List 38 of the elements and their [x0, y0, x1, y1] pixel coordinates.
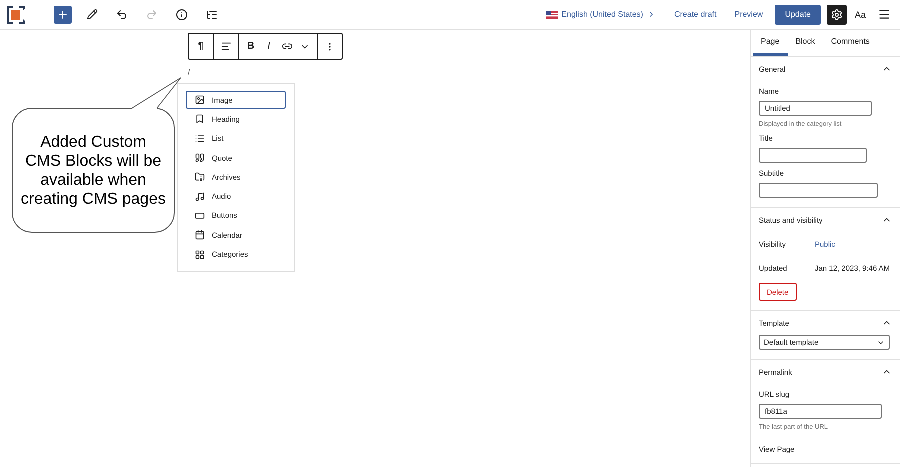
create-draft-button[interactable]: Create draft — [668, 10, 723, 19]
redo-icon — [146, 8, 158, 20]
add-block-button[interactable] — [54, 6, 72, 24]
sidebar-tab[interactable]: Block — [788, 30, 824, 56]
block-type-icon — [195, 230, 205, 240]
undo-icon — [116, 8, 128, 20]
sidebar-tab[interactable]: Page — [753, 30, 788, 56]
list-view-icon — [206, 8, 218, 20]
pencil-icon — [86, 9, 98, 20]
update-button[interactable]: Update — [775, 4, 821, 24]
block-type-icon — [195, 250, 205, 260]
info-icon — [176, 8, 188, 20]
block-type-icon — [195, 210, 205, 221]
align-left-icon — [220, 41, 232, 52]
language-selector[interactable]: English (United States) — [540, 10, 662, 19]
bold-button[interactable]: B — [242, 34, 260, 58]
plus-icon — [57, 8, 69, 20]
italic-button[interactable]: I — [260, 34, 278, 58]
menu-icon — [878, 8, 890, 21]
block-type-icon — [195, 172, 205, 182]
preview-button[interactable]: Preview — [728, 10, 770, 19]
block-type-icon — [195, 114, 205, 124]
block-type-icon — [195, 134, 205, 144]
settings-icon — [830, 8, 843, 20]
typography-button[interactable]: Aa — [852, 10, 868, 20]
link-icon — [282, 41, 292, 52]
text-field[interactable] — [759, 183, 878, 198]
block-type-icon — [195, 192, 205, 202]
block-type-icon — [195, 153, 205, 164]
logo-icon[interactable] — [6, 4, 26, 24]
text-field[interactable] — [759, 148, 867, 163]
sidebar-tab[interactable]: Comments — [823, 30, 878, 56]
flag-icon — [546, 10, 558, 18]
settings-button[interactable] — [826, 4, 847, 24]
block-type-icon — [195, 95, 205, 106]
slash-text: / — [188, 68, 190, 77]
callout-text: Added Custom CMS Blocks will be available when creating CMS pages — [21, 132, 166, 208]
paragraph-button[interactable]: ¶ — [192, 34, 210, 58]
